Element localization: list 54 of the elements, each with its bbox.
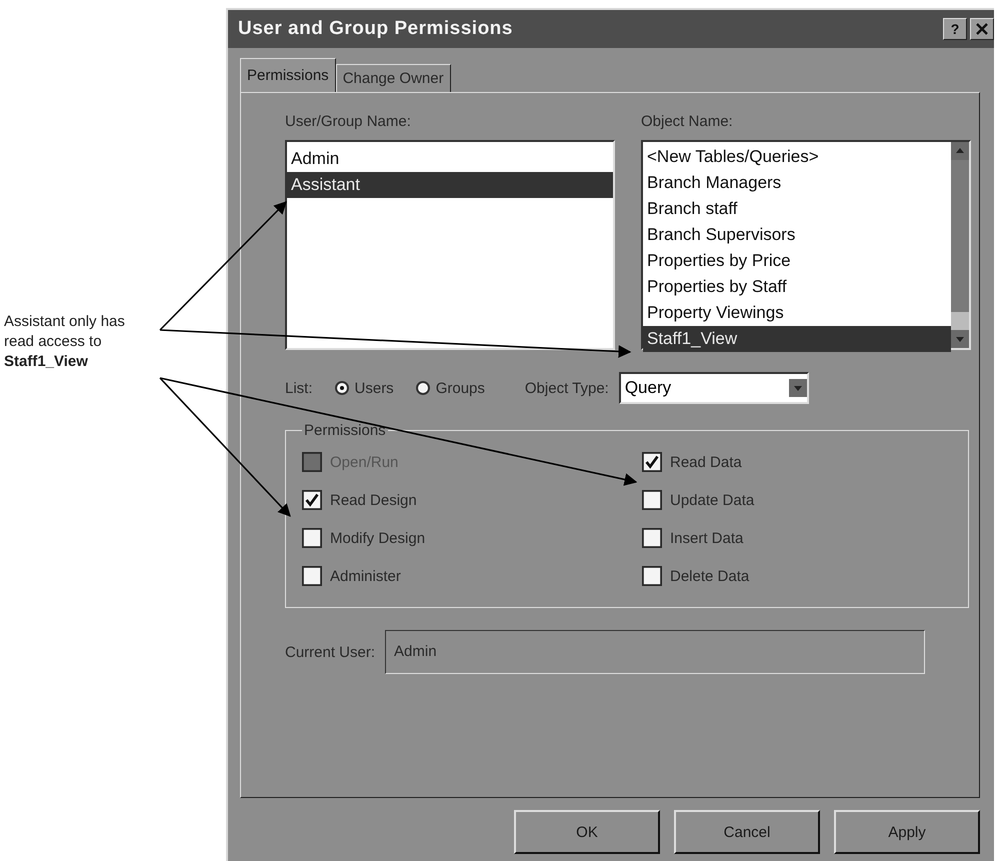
permission-checkbox[interactable]: Administer xyxy=(302,566,401,586)
radio-button[interactable] xyxy=(334,381,349,395)
list-item[interactable]: Property Viewings xyxy=(643,300,951,326)
list-item[interactable]: Branch Supervisors xyxy=(643,222,951,248)
list-label: User/Group Name: xyxy=(285,113,412,130)
checkbox-icon[interactable] xyxy=(642,452,662,472)
tab[interactable]: Permissions xyxy=(240,58,336,92)
scroll-up-icon[interactable] xyxy=(951,142,969,160)
object-type-dropdown[interactable]: Query xyxy=(618,372,809,404)
checkbox-icon[interactable] xyxy=(642,566,662,586)
scroll-thumb[interactable] xyxy=(951,312,969,330)
help-button[interactable]: ? xyxy=(943,18,967,40)
radio-label: Groups xyxy=(436,380,485,396)
list-item[interactable]: <New Tables/Queries> xyxy=(643,144,951,170)
permission-checkbox[interactable]: Update Data xyxy=(642,490,754,510)
close-button[interactable] xyxy=(970,18,994,40)
radio-option[interactable]: Groups xyxy=(416,380,485,396)
dialog-button[interactable]: OK xyxy=(514,810,660,854)
list-item[interactable]: Staff1_View xyxy=(643,326,951,352)
current-user-label: Current User: xyxy=(285,644,376,660)
radio-label: Users xyxy=(354,380,394,396)
close-icon xyxy=(976,23,988,35)
permission-checkbox[interactable]: Read Data xyxy=(642,452,742,472)
list-item[interactable]: Admin xyxy=(287,146,613,172)
list-item[interactable]: Branch staff xyxy=(643,196,951,222)
tab[interactable]: Change Owner xyxy=(336,64,451,92)
permission-checkbox[interactable]: Delete Data xyxy=(642,566,750,586)
list-label: Object Name: xyxy=(641,113,734,130)
checkbox-icon[interactable] xyxy=(302,566,322,586)
checkbox-icon[interactable] xyxy=(642,490,662,510)
annotation-text: Assistant only has read access to Staff1_View xyxy=(4,312,126,372)
radio-button[interactable] xyxy=(416,381,430,395)
dialog-button[interactable]: Apply xyxy=(834,810,980,854)
group-title: Permissions xyxy=(303,422,387,439)
list-item[interactable]: Properties by Price xyxy=(643,248,951,274)
radio-option[interactable]: Users xyxy=(334,380,394,396)
window-title: User and Group Permissions xyxy=(238,18,513,40)
current-user-field: Admin xyxy=(385,630,926,674)
scrollbar[interactable] xyxy=(951,142,969,348)
user-group-list[interactable]: Admin Assistant xyxy=(285,140,615,350)
list-item[interactable]: Branch Managers xyxy=(643,170,951,196)
checkbox-icon[interactable] xyxy=(302,528,322,548)
permission-checkbox[interactable]: Modify Design xyxy=(302,528,426,548)
checkbox-icon[interactable] xyxy=(642,528,662,548)
permission-checkbox[interactable]: Insert Data xyxy=(642,528,744,548)
list-item[interactable]: Assistant xyxy=(287,172,613,198)
dialog-button[interactable]: Cancel xyxy=(674,810,820,854)
permission-checkbox[interactable]: Read Design xyxy=(302,490,417,510)
object-type-label: Object Type: xyxy=(524,380,609,396)
object-list[interactable]: <New Tables/Queries> Branch Managers Branch staff Branch Supervisors Properties by Price Properties by Staff Property Viewings Staff1_View xyxy=(641,140,971,350)
checkbox-icon[interactable] xyxy=(302,490,322,510)
scroll-down-icon[interactable] xyxy=(951,330,969,348)
list-label: List: xyxy=(285,380,313,396)
list-item[interactable]: Properties by Staff xyxy=(643,274,951,300)
